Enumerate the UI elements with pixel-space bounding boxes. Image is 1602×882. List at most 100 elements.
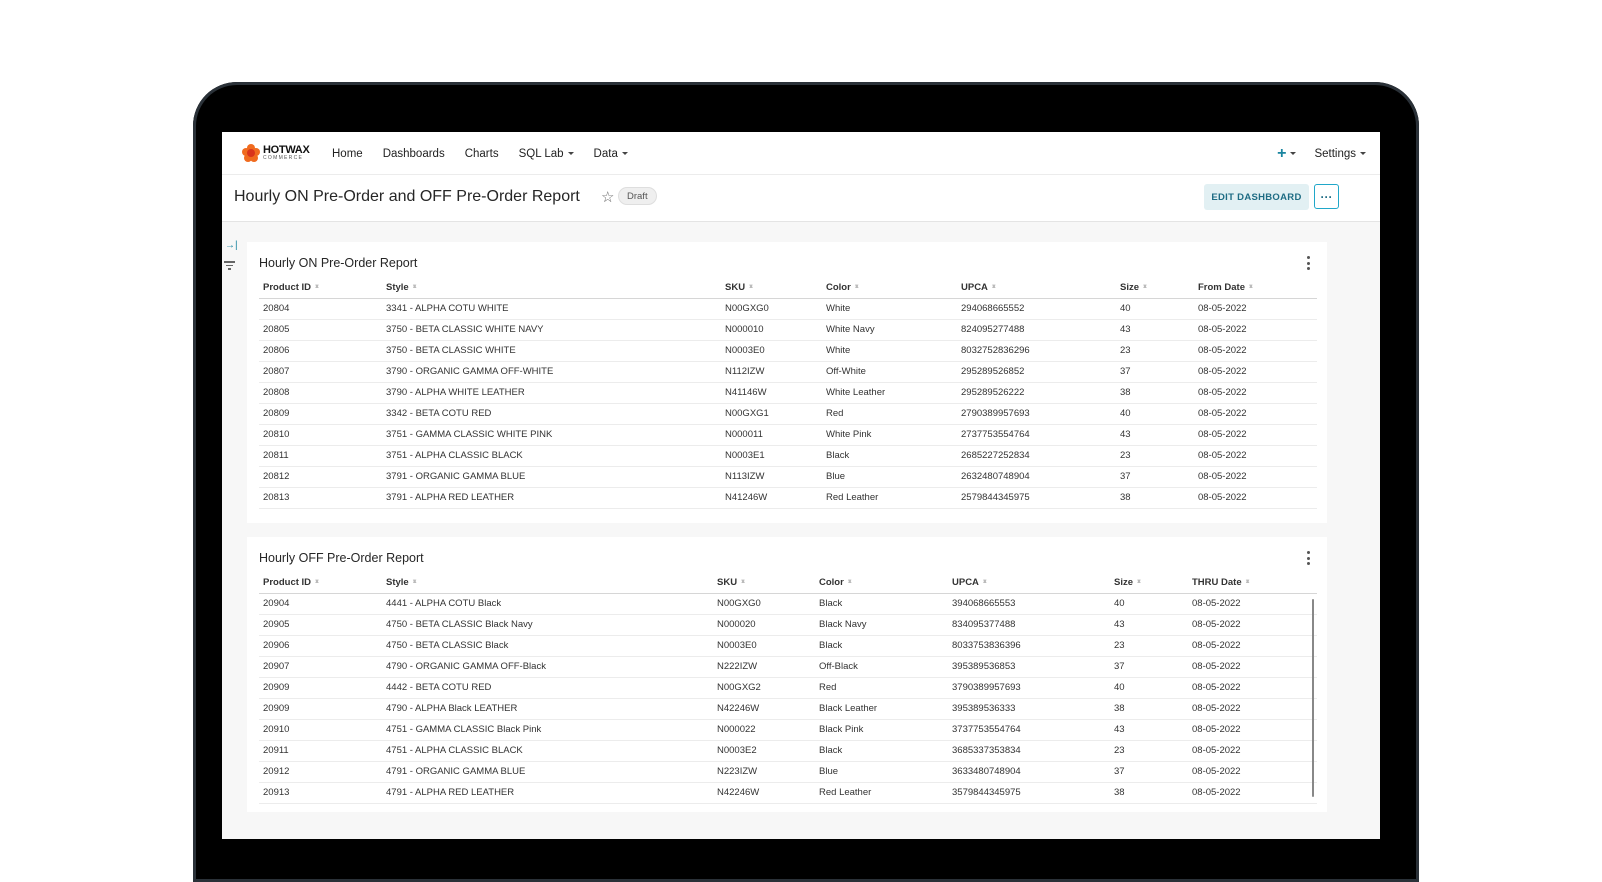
table-cell: White Leather [822,382,957,404]
table-cell: Red Leather [815,782,948,804]
add-new-button[interactable]: + [1277,144,1297,163]
table-cell: 395389536853 [948,656,1110,678]
table-cell: Off-White [822,361,957,383]
table-cell: 08-05-2022 [1194,466,1317,488]
table-cell: 20913 [259,782,382,804]
flower-logo-icon [242,144,260,162]
column-header-label: SKU [725,281,746,293]
plus-icon: + [1277,144,1287,162]
table-cell: 20811 [259,445,382,467]
table-cell: 08-05-2022 [1188,635,1317,657]
nav-item-charts[interactable]: Charts [465,148,499,160]
table-scrollbar[interactable] [1312,599,1314,797]
settings-label: Settings [1314,147,1356,160]
table-cell: 08-05-2022 [1194,424,1317,446]
table-cell: 3341 - ALPHA COTU WHITE [382,298,721,320]
table-cell: N000020 [713,614,815,636]
table-cell: 394068665553 [948,593,1110,615]
table-cell: N41246W [721,487,822,509]
nav-item-data[interactable]: Data [594,148,628,160]
panel-title: Hourly OFF Pre-Order Report [259,551,424,565]
table-cell: 3751 - GAMMA CLASSIC WHITE PINK [382,424,721,446]
table-cell: 3750 - BETA CLASSIC WHITE NAVY [382,319,721,341]
table-cell: 834095377488 [948,614,1110,636]
favorite-star-icon[interactable]: ☆ [601,188,614,206]
table-cell: 43 [1116,319,1194,341]
column-header[interactable]: UPCA▲▼ [948,572,1110,594]
table-cell: 3685337353834 [948,740,1110,762]
table-row: 20811 3751 - ALPHA CLASSIC BLACK N0003E1 Bl… [259,445,1317,467]
table-cell: Blue [822,466,957,488]
table-cell: 43 [1110,614,1188,636]
panel-menu-icon[interactable] [1305,256,1311,270]
settings-menu[interactable]: Settings [1314,148,1366,160]
column-header[interactable]: SKU▲▼ [713,572,815,594]
table-row: 20913 4791 - ALPHA RED LEATHER N42246W Red … [259,782,1317,804]
table-cell: 20813 [259,487,382,509]
table-cell: 3790 - ORGANIC GAMMA OFF-WHITE [382,361,721,383]
column-header[interactable]: Product ID▲▼ [259,572,382,594]
dashboard-header: Hourly ON Pre-Order and OFF Pre-Order Re… [222,175,1380,222]
table-cell: 294068665552 [957,298,1116,320]
nav-item-home[interactable]: Home [332,148,363,160]
column-header-label: UPCA [952,576,979,588]
table-row: 20909 4790 - ALPHA Black LEATHER N42246W Bl… [259,698,1317,720]
more-options-button[interactable]: ··· [1314,184,1339,209]
filter-icon[interactable] [223,259,235,272]
column-header[interactable]: From Date▲▼ [1194,277,1317,299]
table-cell: 2685227252834 [957,445,1116,467]
table-cell: N000011 [721,424,822,446]
table-cell: 40 [1116,298,1194,320]
table-cell: Black [815,593,948,615]
column-header[interactable]: Style▲▼ [382,572,713,594]
column-header[interactable]: Size▲▼ [1116,277,1194,299]
draft-status-badge[interactable]: Draft [618,187,657,205]
expand-filters-icon[interactable]: →| [225,240,238,251]
table-cell: 3791 - ALPHA RED LEATHER [382,487,721,509]
table-cell: 08-05-2022 [1188,593,1317,615]
table-row: 20805 3750 - BETA CLASSIC WHITE NAVY N0000… [259,319,1317,341]
column-header[interactable]: Color▲▼ [815,572,948,594]
table-cell: 8032752836296 [957,340,1116,362]
table-row: 20906 4750 - BETA CLASSIC Black N0003E0 Bla… [259,635,1317,657]
column-header-label: Product ID [263,281,312,293]
on-preorder-table: Product ID▲▼Style▲▼SKU▲▼Color▲▼UPCA▲▼Siz… [259,277,1317,509]
table-cell: Red [815,677,948,699]
column-header[interactable]: THRU Date▲▼ [1188,572,1317,594]
table-cell: 4791 - ORGANIC GAMMA BLUE [382,761,713,783]
column-header[interactable]: Color▲▼ [822,277,957,299]
table-cell: 40 [1110,593,1188,615]
column-header-label: From Date [1198,281,1245,293]
column-header[interactable]: UPCA▲▼ [957,277,1116,299]
column-header[interactable]: Size▲▼ [1110,572,1188,594]
table-cell: 08-05-2022 [1188,719,1317,741]
table-cell: 4751 - GAMMA CLASSIC Black Pink [382,719,713,741]
table-cell: 08-05-2022 [1188,761,1317,783]
hotwax-logo[interactable]: HOTWAX COMMERCE [242,142,312,164]
table-cell: 3791 - ORGANIC GAMMA BLUE [382,466,721,488]
column-header-label: Size [1120,281,1140,293]
table-row: 20812 3791 - ORGANIC GAMMA BLUE N113IZW Blu… [259,466,1317,488]
nav-item-dashboards[interactable]: Dashboards [383,148,445,160]
nav-item-sql-lab[interactable]: SQL Lab [519,148,574,160]
on-preorder-chart-panel: Hourly ON Pre-Order Report Product ID▲▼S… [247,242,1327,523]
table-cell: 4790 - ALPHA Black LEATHER [382,698,713,720]
column-header[interactable]: Style▲▼ [382,277,721,299]
table-cell: 20909 [259,677,382,699]
table-cell: 08-05-2022 [1194,445,1317,467]
table-cell: Red [822,403,957,425]
table-cell: 08-05-2022 [1188,782,1317,804]
column-header[interactable]: SKU▲▼ [721,277,822,299]
table-cell: 2790389957693 [957,403,1116,425]
nav-item-label: Data [593,147,618,160]
edit-dashboard-button[interactable]: EDIT DASHBOARD [1204,184,1309,210]
column-header[interactable]: Product ID▲▼ [259,277,382,299]
off-preorder-chart-panel: Hourly OFF Pre-Order Report Product ID▲▼… [247,537,1327,812]
table-cell: 4791 - ALPHA RED LEATHER [382,782,713,804]
caret-down-icon [621,152,628,155]
table-row: 20905 4750 - BETA CLASSIC Black Navy N0000… [259,614,1317,636]
table-cell: N0003E2 [713,740,815,762]
panel-menu-icon[interactable] [1305,551,1311,565]
table-cell: 08-05-2022 [1188,698,1317,720]
column-header-label: Style [386,576,409,588]
